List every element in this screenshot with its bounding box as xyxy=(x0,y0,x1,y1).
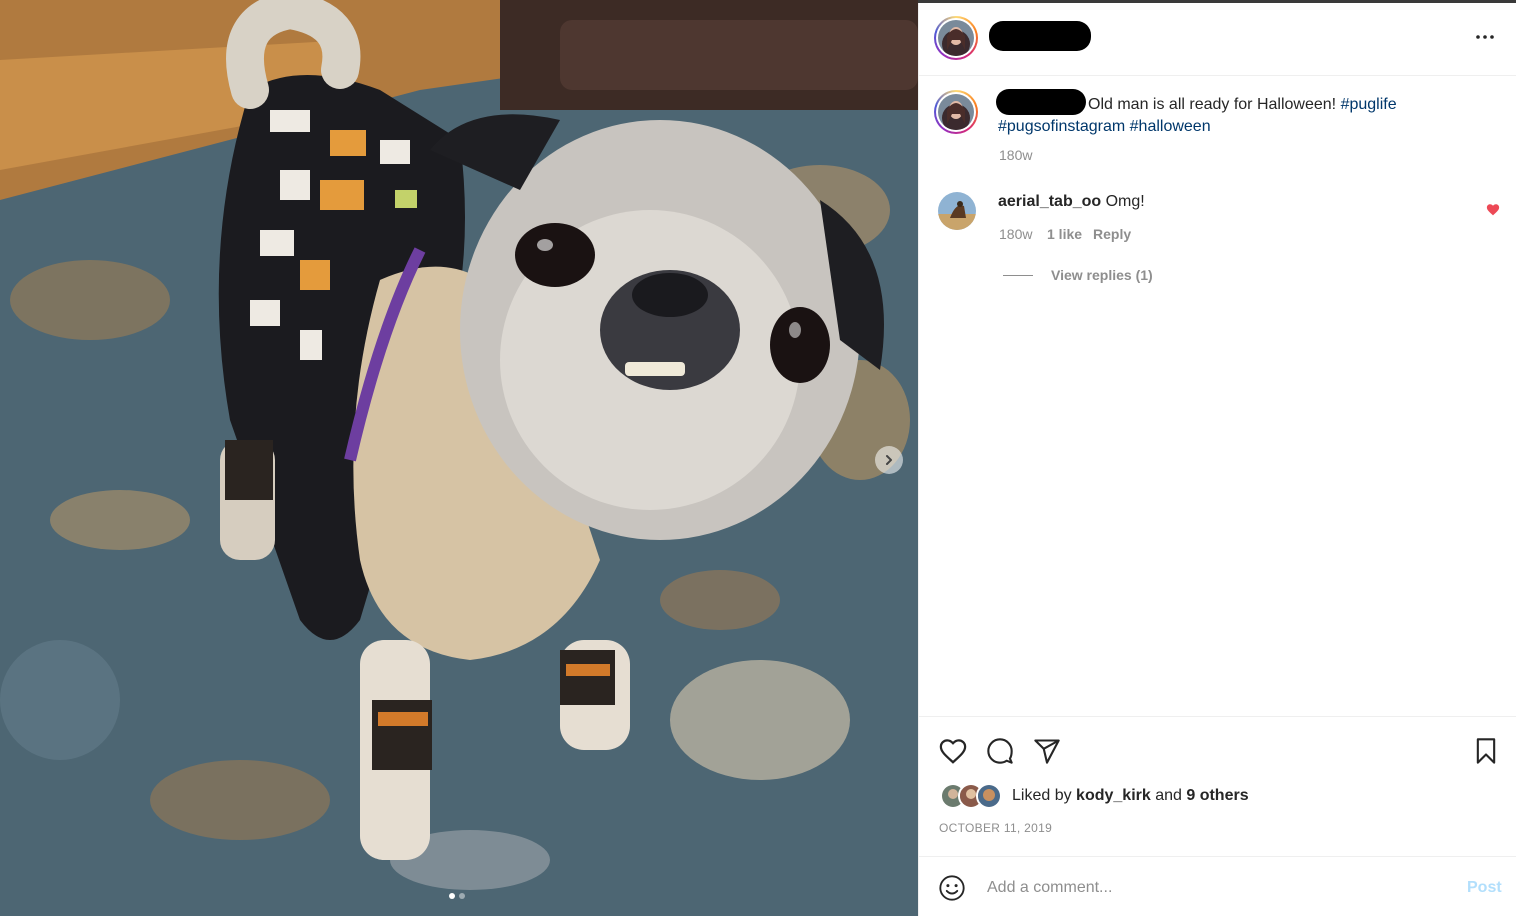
caption-author-avatar[interactable] xyxy=(934,90,978,134)
likes-summary: Liked by kody_kirk and 9 others xyxy=(940,783,1249,809)
likes-conjunction: and xyxy=(1150,787,1187,804)
liker-username[interactable]: kody_kirk xyxy=(1076,787,1151,804)
carousel-next-button[interactable] xyxy=(875,446,903,474)
likes-others-link[interactable]: 9 others xyxy=(1186,787,1248,804)
carousel-dots xyxy=(449,893,465,899)
hashtag-link[interactable]: #puglife xyxy=(1341,96,1397,113)
comment-body: aerial_tab_oo Omg! xyxy=(998,193,1145,211)
comment-button[interactable] xyxy=(985,737,1015,770)
post-date[interactable]: OCTOBER 11, 2019 xyxy=(939,821,1052,835)
heart-outline-icon xyxy=(939,739,967,764)
view-replies-line xyxy=(1003,274,1033,276)
author-avatar-image xyxy=(938,20,974,56)
view-replies-label: View replies (1) xyxy=(1051,267,1153,283)
comment-bubble-icon xyxy=(987,738,1013,764)
hashtag-link[interactable]: #halloween xyxy=(1130,118,1211,135)
share-button[interactable] xyxy=(1032,737,1062,770)
commenter-avatar[interactable] xyxy=(938,192,976,230)
post-comment-button[interactable]: Post xyxy=(1467,879,1502,897)
caption-text: Old man is all ready for Halloween! xyxy=(1088,96,1337,113)
commenter-avatar-image xyxy=(938,192,976,230)
carousel-dot xyxy=(449,893,455,899)
save-button[interactable] xyxy=(1473,737,1499,770)
emoji-button[interactable] xyxy=(938,874,966,907)
post-side-panel: Old man is all ready for Halloween! #pug… xyxy=(918,3,1516,916)
post-header xyxy=(919,3,1516,76)
liker-avatar xyxy=(976,783,1002,809)
post-caption: Old man is all ready for Halloween! #pug… xyxy=(998,94,1428,138)
view-replies-button[interactable]: View replies (1) xyxy=(1003,267,1153,283)
comment-reply-button[interactable]: Reply xyxy=(1093,226,1131,242)
more-options-button[interactable] xyxy=(1473,27,1497,47)
hashtag-link[interactable]: #pugsofinstagram xyxy=(998,118,1125,135)
comment-text: Omg! xyxy=(1105,193,1145,210)
redacted-username xyxy=(989,21,1091,51)
action-bar xyxy=(919,716,1516,764)
heart-filled-icon xyxy=(1486,204,1500,216)
more-horizontal-icon xyxy=(1476,35,1494,39)
carousel-dot xyxy=(459,893,465,899)
pug-photo-image xyxy=(0,0,918,916)
comment-username[interactable]: aerial_tab_oo xyxy=(998,193,1101,210)
bookmark-icon xyxy=(1476,738,1496,764)
post-photo[interactable] xyxy=(0,0,918,916)
emoji-icon xyxy=(939,875,965,901)
comment-timestamp[interactable]: 180w xyxy=(999,226,1032,242)
paper-plane-icon xyxy=(1034,739,1060,764)
author-avatar-image xyxy=(938,94,974,130)
caption-timestamp[interactable]: 180w xyxy=(999,147,1032,163)
author-avatar[interactable] xyxy=(934,16,978,60)
add-comment-bar: Post xyxy=(919,856,1516,917)
likes-prefix: Liked by xyxy=(1012,787,1077,804)
comment-like-count[interactable]: 1 like xyxy=(1047,226,1082,242)
like-button[interactable] xyxy=(938,737,968,770)
likes-text: Liked by kody_kirk and 9 others xyxy=(1012,787,1249,805)
chevron-right-icon xyxy=(886,455,892,465)
comment-like-button[interactable] xyxy=(1486,203,1500,221)
comment-input[interactable] xyxy=(985,875,1409,901)
